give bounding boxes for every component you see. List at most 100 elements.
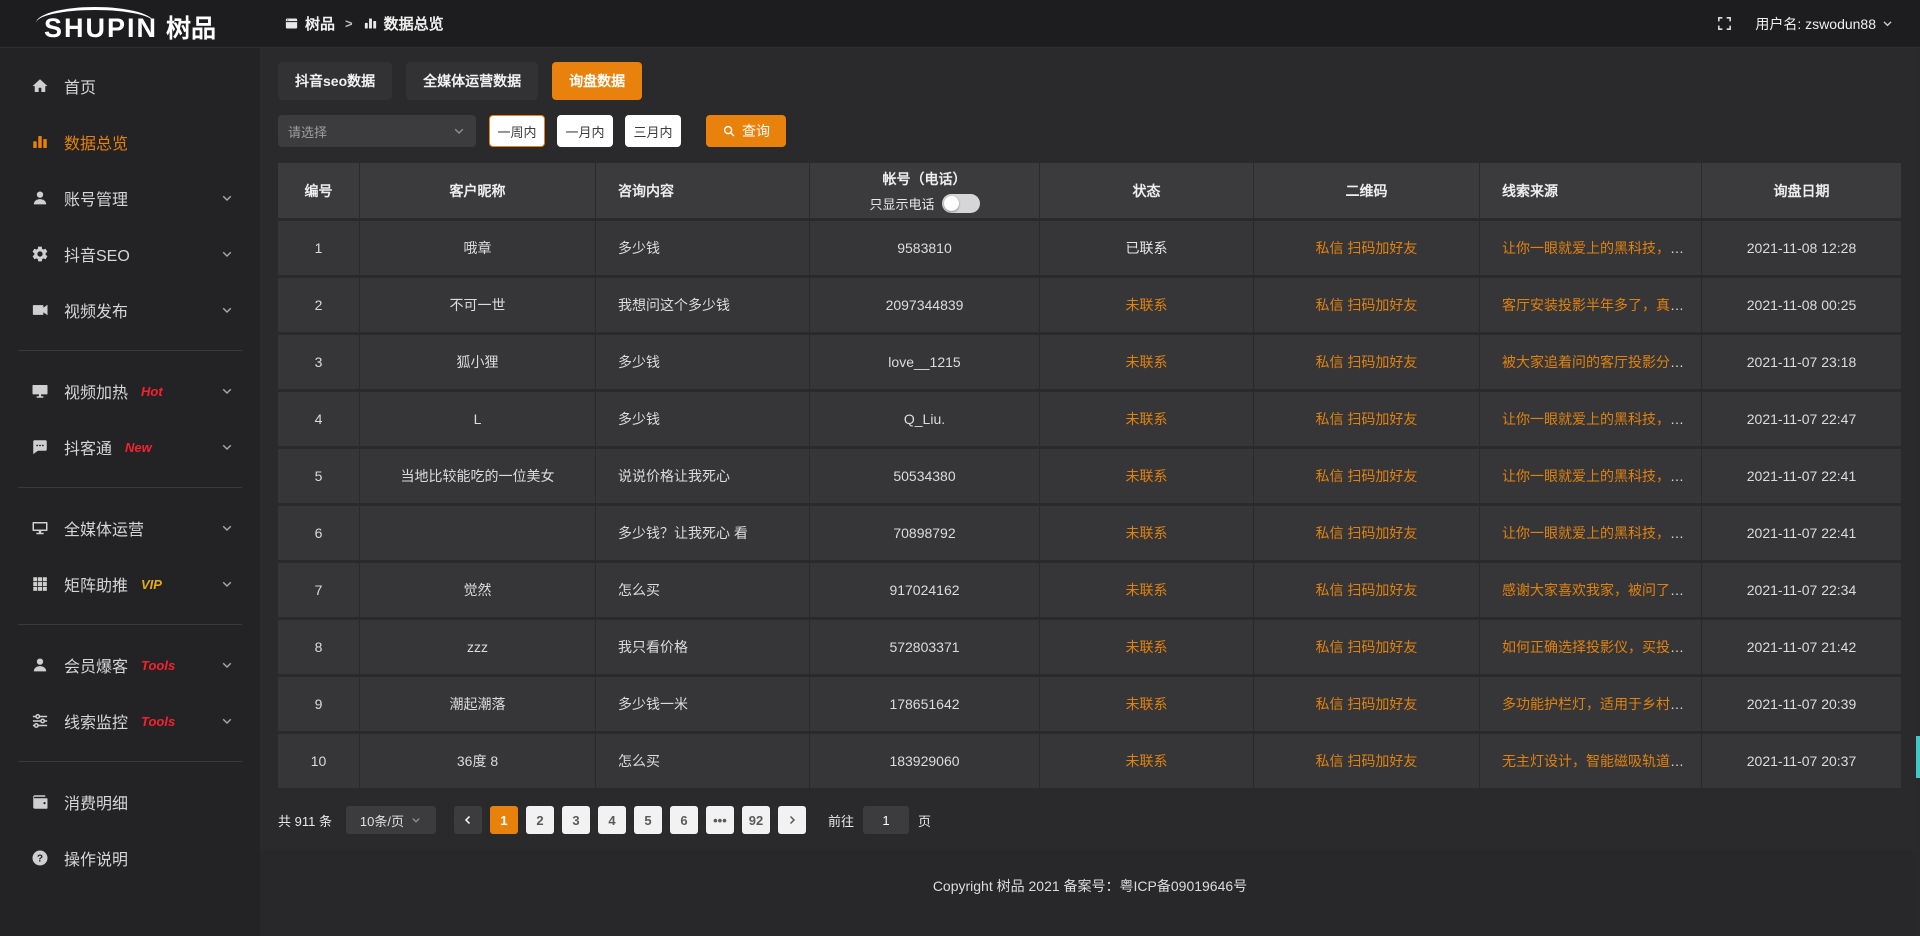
cell-source-link[interactable]: 无主灯设计，智能磁吸轨道灯... xyxy=(1502,753,1696,769)
table-row: 4L多少钱Q_Liu.未联系私信 扫码加好友让你一眼就爱上的黑科技，能...20… xyxy=(278,392,1902,449)
cell-qrcode-link[interactable]: 私信 扫码加好友 xyxy=(1316,696,1418,712)
cell-source-link[interactable]: 让你一眼就爱上的黑科技，能... xyxy=(1502,525,1696,541)
topbar-right: 用户名: zswodun88 xyxy=(1716,14,1920,34)
cell-qrcode-link[interactable]: 私信 扫码加好友 xyxy=(1316,753,1418,769)
fullscreen-icon[interactable] xyxy=(1716,15,1733,32)
tab-0[interactable]: 抖音seo数据 xyxy=(278,62,392,100)
breadcrumb-item-current[interactable]: 数据总览 xyxy=(363,13,444,34)
sidebar-item-heat[interactable]: 视频加热Hot xyxy=(0,363,260,419)
cell-qrcode-link[interactable]: 私信 扫码加好友 xyxy=(1316,354,1418,370)
scrollbar-track[interactable] xyxy=(1916,48,1920,936)
cell-source: 让你一眼就爱上的黑科技，能... xyxy=(1480,221,1702,278)
chat-icon xyxy=(31,438,49,456)
inquiry-table: 编号 客户昵称 咨询内容 帐号（电话） 只显示电话 状态 二维码 线索来源 询盘… xyxy=(278,163,1902,791)
app-logo[interactable]: SHUPIN 树品 xyxy=(0,0,260,48)
cell-no: 3 xyxy=(278,335,360,392)
sidebar-divider xyxy=(18,350,242,351)
cell-date: 2021-11-07 22:41 xyxy=(1702,449,1902,506)
goto-page-input[interactable] xyxy=(863,806,909,834)
cell-qrcode-link[interactable]: 私信 扫码加好友 xyxy=(1316,525,1418,541)
column-header-content: 咨询内容 xyxy=(596,163,810,221)
cell-source-link[interactable]: 客厅安装投影半年多了，真实... xyxy=(1502,297,1696,313)
chevron-down-icon xyxy=(220,191,234,205)
cell-nickname: 觉然 xyxy=(360,563,596,620)
pagination-ellipsis[interactable]: ••• xyxy=(706,806,734,834)
cell-source-link[interactable]: 被大家追着问的客厅投影分享... xyxy=(1502,354,1696,370)
cell-qrcode-link[interactable]: 私信 扫码加好友 xyxy=(1316,639,1418,655)
sidebar-item-badge: Tools xyxy=(141,658,175,673)
period-button-2[interactable]: 三月内 xyxy=(625,115,681,147)
page-size-label: 10条/页 xyxy=(360,811,404,830)
username-menu[interactable]: 用户名: zswodun88 xyxy=(1755,14,1894,34)
sidebar-item-clues[interactable]: 线索监控Tools xyxy=(0,693,260,749)
monitor-icon xyxy=(31,519,49,537)
cell-account: Q_Liu. xyxy=(810,392,1040,449)
filter-select[interactable]: 请选择 xyxy=(278,115,476,147)
chevron-down-icon xyxy=(220,440,234,454)
sidebar-item-spending[interactable]: 消费明细 xyxy=(0,774,260,830)
pagination-next-button[interactable] xyxy=(778,806,806,834)
sidebar-item-member[interactable]: 会员爆客 Tools xyxy=(0,637,260,693)
sidebar-item-help[interactable]: ?操作说明 xyxy=(0,830,260,886)
sidebar-item-matrix[interactable]: 矩阵助推VIP xyxy=(0,556,260,612)
bar-chart-icon xyxy=(363,16,378,31)
cell-source-link[interactable]: 让你一眼就爱上的黑科技，能... xyxy=(1502,411,1696,427)
cell-qrcode-link[interactable]: 私信 扫码加好友 xyxy=(1316,582,1418,598)
cell-source-link[interactable]: 让你一眼就爱上的黑科技，能... xyxy=(1502,468,1696,484)
pagination-page-3[interactable]: 3 xyxy=(562,806,590,834)
pagination-page-6[interactable]: 6 xyxy=(670,806,698,834)
period-button-0[interactable]: 一周内 xyxy=(489,115,545,147)
cell-source-link[interactable]: 让你一眼就爱上的黑科技，能... xyxy=(1502,240,1696,256)
period-button-1[interactable]: 一月内 xyxy=(557,115,613,147)
cell-status: 未联系 xyxy=(1040,392,1254,449)
pagination-prev-button[interactable] xyxy=(454,806,482,834)
sidebar-item-publish[interactable]: 视频发布 xyxy=(0,282,260,338)
tab-2[interactable]: 询盘数据 xyxy=(552,62,642,100)
topbar: SHUPIN 树品 树品 > 数据总览 用户名: zswodun88 xyxy=(0,0,1920,48)
cell-no: 6 xyxy=(278,506,360,563)
user-icon xyxy=(31,189,49,207)
sidebar-item-allmedia[interactable]: 全媒体运营 xyxy=(0,500,260,556)
scrollbar-thumb[interactable] xyxy=(1916,736,1920,778)
cell-qrcode: 私信 扫码加好友 xyxy=(1254,449,1480,506)
cell-date: 2021-11-07 21:42 xyxy=(1702,620,1902,677)
tab-1[interactable]: 全媒体运营数据 xyxy=(406,62,538,100)
breadcrumb-item-home[interactable]: 树品 xyxy=(284,13,335,34)
pagination-page-4[interactable]: 4 xyxy=(598,806,626,834)
cell-source-link[interactable]: 如何正确选择投影仪，买投影... xyxy=(1502,639,1696,655)
logo-text-en: SHUPIN xyxy=(44,15,158,42)
sidebar-item-overview[interactable]: 数据总览 xyxy=(0,114,260,170)
cell-account: 2097344839 xyxy=(810,278,1040,335)
username-label: 用户名: zswodun88 xyxy=(1755,14,1876,34)
cell-qrcode-link[interactable]: 私信 扫码加好友 xyxy=(1316,240,1418,256)
chevron-down-icon xyxy=(220,714,234,728)
phone-only-toggle[interactable] xyxy=(942,194,980,213)
pagination-page-92[interactable]: 92 xyxy=(742,806,770,834)
filter-select-placeholder: 请选择 xyxy=(288,122,327,141)
breadcrumb-separator: > xyxy=(345,16,353,31)
chevron-down-icon xyxy=(1881,17,1894,30)
sidebar-divider xyxy=(18,761,242,762)
sidebar-item-douyinseo[interactable]: 抖音SEO xyxy=(0,226,260,282)
cell-qrcode-link[interactable]: 私信 扫码加好友 xyxy=(1316,468,1418,484)
cell-qrcode-link[interactable]: 私信 扫码加好友 xyxy=(1316,411,1418,427)
chevron-left-icon xyxy=(462,814,474,826)
cell-no: 10 xyxy=(278,734,360,791)
sidebar-item-account[interactable]: 账号管理 xyxy=(0,170,260,226)
cell-no: 1 xyxy=(278,221,360,278)
sidebar-item-home[interactable]: 首页 xyxy=(0,58,260,114)
page-size-select[interactable]: 10条/页 xyxy=(346,806,436,834)
cell-source-link[interactable]: 感谢大家喜欢我家，被问了好... xyxy=(1502,582,1696,598)
phone-toggle-label: 只显示电话 xyxy=(869,194,934,213)
pagination-page-1[interactable]: 1 xyxy=(490,806,518,834)
pagination-page-5[interactable]: 5 xyxy=(634,806,662,834)
sidebar-item-label: 会员爆客 xyxy=(64,653,128,677)
pagination-page-2[interactable]: 2 xyxy=(526,806,554,834)
cell-source-link[interactable]: 多功能护栏灯，适用于乡村文... xyxy=(1502,696,1696,712)
column-header-date: 询盘日期 xyxy=(1702,163,1902,221)
filter-bar: 请选择 一周内一月内三月内 查询 xyxy=(278,115,1902,147)
cell-qrcode-link[interactable]: 私信 扫码加好友 xyxy=(1316,297,1418,313)
search-button[interactable]: 查询 xyxy=(706,115,786,147)
sidebar-item-label: 矩阵助推 xyxy=(64,572,128,596)
sidebar-item-douketong[interactable]: 抖客通New xyxy=(0,419,260,475)
